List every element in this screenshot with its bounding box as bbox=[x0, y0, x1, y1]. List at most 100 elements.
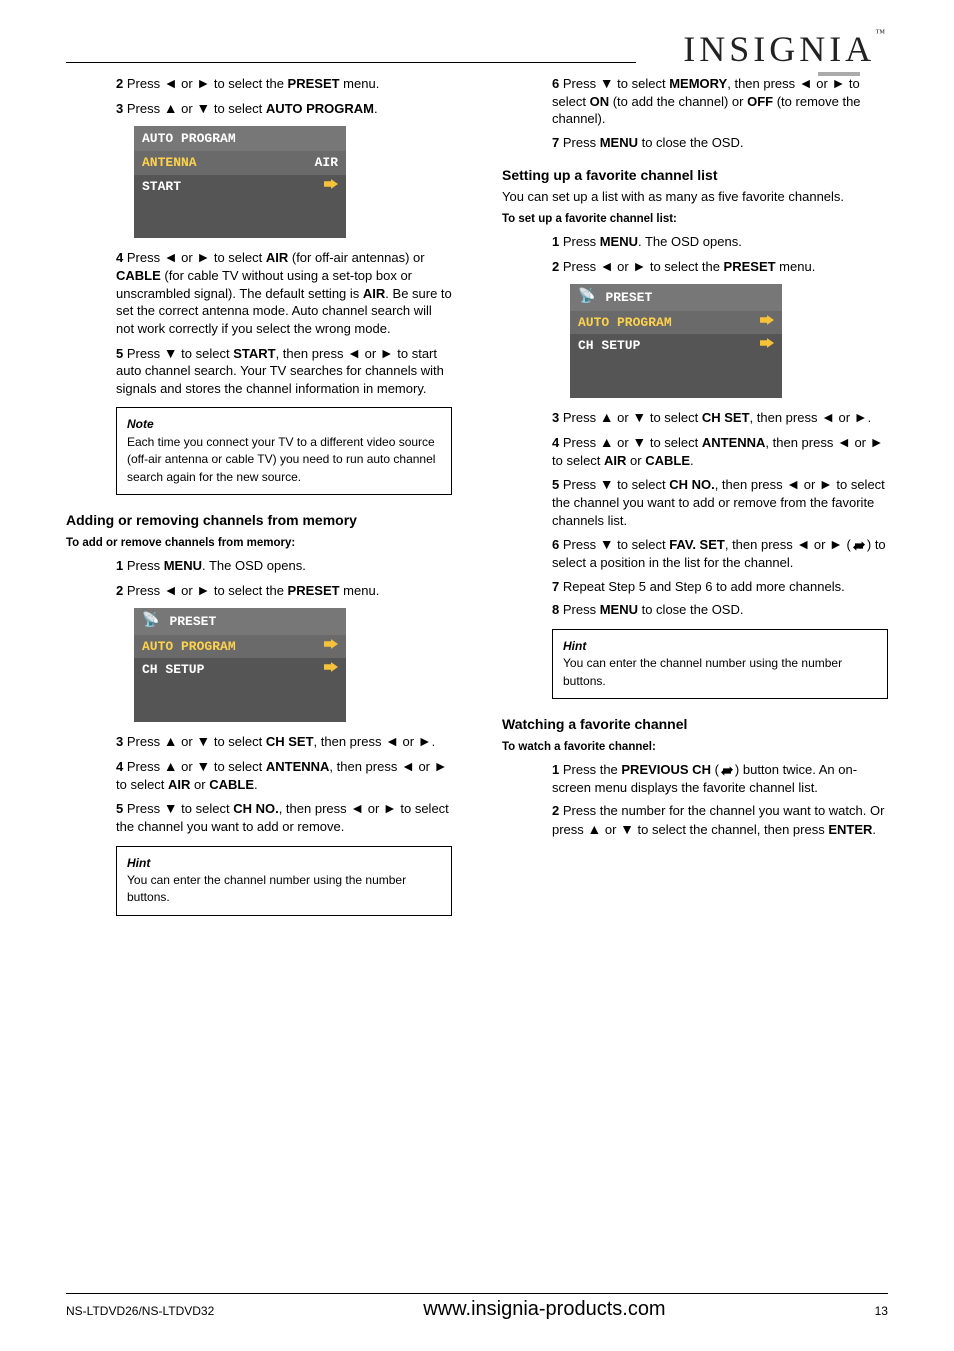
fav-s8: 8 Press MENU to close the OSD. bbox=[502, 601, 888, 619]
right-triangle-icon: ► bbox=[829, 536, 843, 552]
menu-label: MENU bbox=[600, 602, 638, 617]
step-number: 4 bbox=[552, 435, 559, 450]
text: to select bbox=[646, 410, 702, 425]
text: or bbox=[178, 250, 197, 265]
step-number: 7 bbox=[552, 135, 559, 150]
arrow-right-icon bbox=[760, 314, 774, 332]
section-fav: Setting up a favorite channel list bbox=[502, 166, 888, 185]
left-triangle-icon: ◄ bbox=[600, 258, 614, 274]
step-number: 2 bbox=[552, 803, 559, 818]
right-triangle-icon: ► bbox=[196, 75, 210, 91]
text: Repeat Step 5 and Step 6 to add more cha… bbox=[563, 579, 845, 594]
text: Press bbox=[563, 435, 600, 450]
step-number: 8 bbox=[552, 602, 559, 617]
text: to select bbox=[614, 76, 670, 91]
hint-body: You can enter the channel number using t… bbox=[127, 872, 441, 907]
cable-label: CABLE bbox=[116, 268, 161, 283]
text: or bbox=[614, 435, 633, 450]
text: Press bbox=[127, 734, 164, 749]
text: to select bbox=[210, 759, 266, 774]
air-label: AIR bbox=[363, 286, 385, 301]
step-number: 5 bbox=[116, 346, 123, 361]
text: ( bbox=[711, 762, 719, 777]
antenna-label: ANTENNA bbox=[702, 435, 766, 450]
text: or bbox=[810, 537, 829, 552]
text: . bbox=[374, 101, 378, 116]
header-rule bbox=[66, 62, 636, 63]
on-label: ON bbox=[590, 94, 610, 109]
osd-preset: 📡 PRESET AUTO PROGRAM CH SETUP bbox=[134, 608, 346, 722]
text: Press bbox=[563, 234, 600, 249]
down-triangle-icon: ▼ bbox=[632, 409, 646, 425]
text: to select bbox=[552, 453, 604, 468]
step-number: 4 bbox=[116, 759, 123, 774]
text: . The OSD opens. bbox=[202, 558, 306, 573]
lead-text: To watch a favorite channel: bbox=[502, 740, 888, 756]
fav-s5: 5 Press ▼ to select CH NO., then press ◄… bbox=[502, 475, 888, 529]
step-6: 6 Press ▼ to select MEMORY, then press ◄… bbox=[502, 74, 888, 128]
step-number: 3 bbox=[116, 734, 123, 749]
preset-label: PRESET bbox=[288, 76, 340, 91]
right-column: 6 Press ▼ to select MEMORY, then press ◄… bbox=[502, 74, 888, 932]
text: or bbox=[399, 734, 418, 749]
text: Press bbox=[127, 346, 164, 361]
osd-preset-right: 📡 PRESET AUTO PROGRAM CH SETUP bbox=[570, 284, 782, 398]
left-triangle-icon: ◄ bbox=[837, 434, 851, 450]
text: , then press bbox=[279, 801, 351, 816]
text: menu. bbox=[340, 583, 380, 598]
fav-set-label: FAV. SET bbox=[669, 537, 725, 552]
step-number: 1 bbox=[116, 558, 123, 573]
up-triangle-icon: ▲ bbox=[600, 409, 614, 425]
step-4: 4 Press ◄ or ► to select AIR (for off-ai… bbox=[66, 248, 452, 337]
arrow-right-icon bbox=[324, 661, 338, 679]
right-triangle-icon: ► bbox=[854, 409, 868, 425]
left-triangle-icon: ◄ bbox=[164, 582, 178, 598]
step-number: 5 bbox=[552, 477, 559, 492]
text: Press bbox=[127, 250, 164, 265]
fav-s7: 7 Repeat Step 5 and Step 6 to add more c… bbox=[502, 578, 888, 596]
osd-row-start: START bbox=[134, 175, 346, 199]
step-number: 2 bbox=[116, 583, 123, 598]
ch-no-label: CH NO. bbox=[233, 801, 279, 816]
arrow-right-icon bbox=[324, 638, 338, 656]
text: . bbox=[872, 822, 876, 837]
up-triangle-icon: ▲ bbox=[164, 100, 178, 116]
right-triangle-icon: ► bbox=[196, 582, 210, 598]
text: to select bbox=[646, 435, 702, 450]
left-triangle-icon: ◄ bbox=[401, 758, 415, 774]
text: or bbox=[851, 435, 870, 450]
step-number: 7 bbox=[552, 579, 559, 594]
arrow-right-icon bbox=[760, 337, 774, 355]
start-label: START bbox=[233, 346, 275, 361]
down-triangle-icon: ▼ bbox=[196, 100, 210, 116]
antenna-icon: 📡 bbox=[578, 288, 595, 307]
text: to select bbox=[614, 477, 670, 492]
text: Press bbox=[127, 801, 164, 816]
text: or bbox=[614, 410, 633, 425]
down-triangle-icon: ▼ bbox=[164, 800, 178, 816]
left-triangle-icon: ◄ bbox=[385, 733, 399, 749]
osd-titlebar: 📡 PRESET bbox=[134, 608, 346, 635]
up-triangle-icon: ▲ bbox=[600, 434, 614, 450]
fav-s6: 6 Press ▼ to select FAV. SET, then press… bbox=[502, 535, 888, 571]
osd-row-label: ANTENNA bbox=[142, 154, 197, 172]
step-3b: 3 Press ▲ or ▼ to select CH SET, then pr… bbox=[66, 732, 452, 751]
text: to select bbox=[210, 734, 266, 749]
step-number: 2 bbox=[116, 76, 123, 91]
hint-box: Hint You can enter the channel number us… bbox=[116, 846, 452, 916]
left-triangle-icon: ◄ bbox=[347, 345, 361, 361]
text: , then press bbox=[727, 76, 799, 91]
right-triangle-icon: ► bbox=[632, 258, 646, 274]
down-triangle-icon: ▼ bbox=[620, 821, 634, 837]
text: Press bbox=[127, 583, 164, 598]
step-number: 4 bbox=[116, 250, 123, 265]
ch-no-label: CH NO. bbox=[669, 477, 715, 492]
osd-row-label: CH SETUP bbox=[142, 661, 204, 679]
trademark: ™ bbox=[875, 28, 889, 39]
osd-titlebar: AUTO PROGRAM bbox=[134, 126, 346, 152]
text: or bbox=[178, 583, 197, 598]
text: Press bbox=[127, 558, 164, 573]
left-triangle-icon: ◄ bbox=[164, 75, 178, 91]
step-number: 3 bbox=[116, 101, 123, 116]
step-number: 3 bbox=[552, 410, 559, 425]
